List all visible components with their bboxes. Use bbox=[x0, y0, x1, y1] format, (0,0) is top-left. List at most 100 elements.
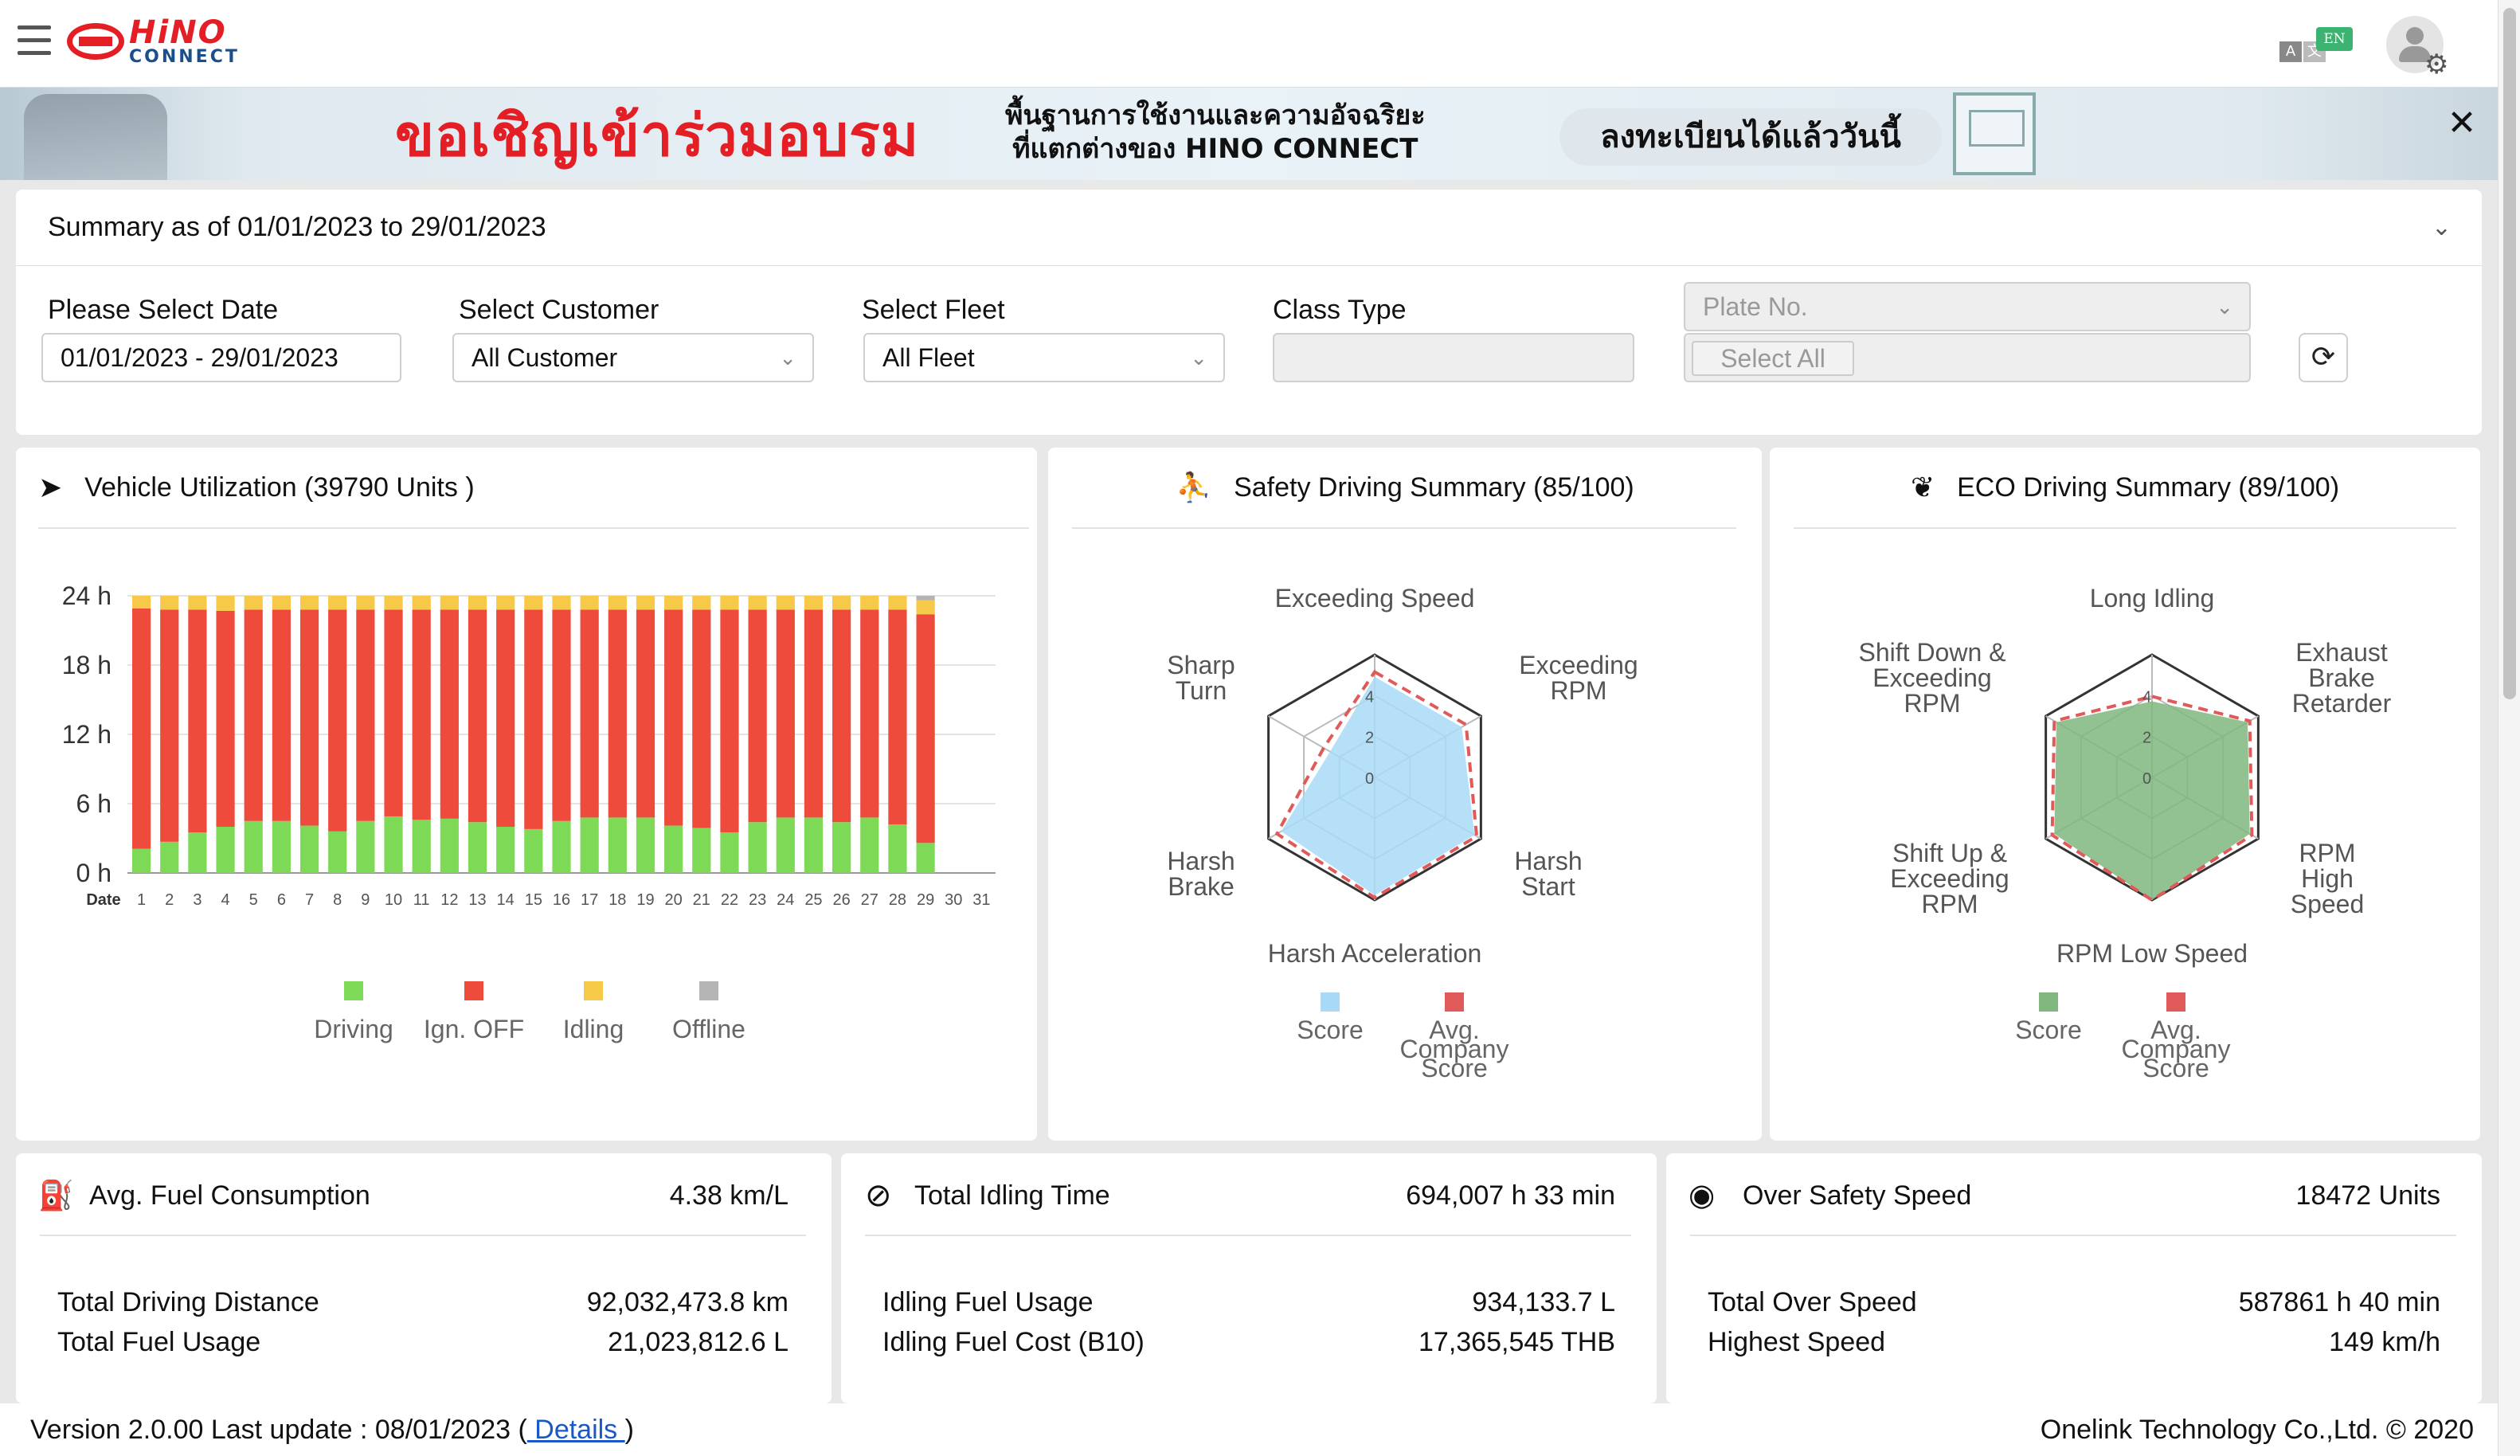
radar-axis-label: RPM bbox=[1904, 689, 1960, 718]
legend-swatch bbox=[699, 981, 718, 1000]
bar-segment-driving bbox=[328, 831, 347, 873]
bar-segment-driving bbox=[860, 817, 879, 873]
bar-segment-ign-off bbox=[440, 609, 459, 819]
radar-area-score bbox=[2054, 701, 2250, 900]
lang-badge: EN bbox=[2316, 27, 2353, 51]
gear-icon: ⚙ bbox=[2424, 49, 2449, 80]
radar-axis-label: Harsh bbox=[1167, 847, 1235, 875]
radar-axis-label: Exceeding bbox=[1872, 663, 1991, 692]
bar-segment-ign-off bbox=[804, 609, 824, 818]
radar-axis-label: Start bbox=[1521, 872, 1575, 901]
bar-segment-idling bbox=[860, 596, 879, 610]
idling-fuel-usage-label: Idling Fuel Usage bbox=[882, 1287, 1094, 1317]
bar-segment-ign-off bbox=[720, 609, 739, 833]
class-type-input[interactable] bbox=[1273, 333, 1634, 382]
page-scrollbar[interactable] bbox=[2498, 0, 2520, 1456]
logo-bottom-text: CONNECT bbox=[129, 47, 240, 67]
refresh-button[interactable]: ⟳ bbox=[2299, 333, 2348, 382]
select-all-button[interactable]: Select All bbox=[1692, 341, 1854, 376]
legend-item-driving[interactable]: Driving bbox=[298, 981, 409, 1044]
bar-segment-driving bbox=[916, 843, 935, 873]
banner-sub-line2: ที่แตกต่างของ HINO CONNECT bbox=[1012, 133, 1418, 165]
bar-segment-ign-off bbox=[328, 609, 347, 832]
bar-segment-idling bbox=[832, 596, 851, 610]
bar-segment-driving bbox=[776, 817, 795, 873]
hamburger-menu-icon[interactable] bbox=[18, 25, 51, 57]
bar-segment-idling bbox=[552, 596, 571, 610]
bar-segment-idling bbox=[608, 596, 627, 610]
legend-item-ign-off[interactable]: Ign. OFF bbox=[409, 981, 538, 1044]
eco-radar-chart: 024Long IdlingExhaustBrakeRetarderRPMHig… bbox=[1859, 584, 2392, 1082]
legend-label: Idling bbox=[562, 1015, 624, 1043]
bar-segment-driving bbox=[636, 817, 655, 873]
scrollbar-thumb[interactable] bbox=[2503, 8, 2516, 699]
bar-segment-idling bbox=[524, 596, 543, 610]
bar-segment-ign-off bbox=[188, 609, 207, 833]
top-navbar: HiNO CONNECT A 文 EN ⚙ bbox=[0, 0, 2520, 88]
chevron-down-icon: ⌄ bbox=[2216, 295, 2233, 319]
bar-segment-idling bbox=[412, 596, 431, 610]
overspeed-header: ◉ Over Safety Speed 18472 Units bbox=[1666, 1153, 2482, 1236]
chevron-down-icon[interactable]: ⌄ bbox=[2432, 213, 2452, 241]
bar-segment-driving bbox=[356, 820, 375, 873]
radar-tick-label: 2 bbox=[2142, 730, 2151, 747]
y-tick-label: 0 h bbox=[76, 859, 112, 887]
legend-swatch bbox=[584, 981, 603, 1000]
plate-no-select[interactable]: Plate No. ⌄ bbox=[1684, 282, 2251, 331]
idling-fuel-cost-value: 17,365,545 THB bbox=[1418, 1327, 1615, 1357]
bar-segment-idling bbox=[160, 596, 179, 610]
hino-connect-logo[interactable]: HiNO CONNECT bbox=[67, 17, 240, 67]
x-tick-label: 25 bbox=[804, 891, 822, 909]
x-tick-label: 31 bbox=[972, 891, 990, 909]
x-tick-label: 18 bbox=[608, 891, 626, 909]
user-settings-icon[interactable]: ⚙ bbox=[2386, 16, 2450, 80]
fleet-select[interactable]: All Fleet ⌄ bbox=[863, 333, 1225, 382]
idling-header: ⊘ Total Idling Time 694,007 h 33 min bbox=[841, 1153, 1657, 1236]
language-switch-icon[interactable]: A 文 EN bbox=[2279, 27, 2364, 72]
y-tick-label: 12 h bbox=[62, 720, 112, 749]
x-tick-label: 19 bbox=[636, 891, 654, 909]
training-banner[interactable]: ขอเชิญเข้าร่วมอบรม พื้นฐานการใช้งานและคว… bbox=[0, 88, 2498, 180]
bar-segment-ign-off bbox=[216, 610, 235, 827]
radar-axis-label: RPM bbox=[2299, 839, 2355, 867]
x-tick-label: 24 bbox=[777, 891, 794, 909]
x-tick-label: 15 bbox=[525, 891, 542, 909]
bar-segment-idling bbox=[299, 596, 319, 610]
legend-item-idling[interactable]: Idling bbox=[538, 981, 648, 1044]
bar-segment-ign-off bbox=[524, 609, 543, 829]
bar-segment-idling bbox=[916, 600, 935, 615]
bar-segment-driving bbox=[888, 824, 907, 873]
customer-select[interactable]: All Customer ⌄ bbox=[452, 333, 814, 382]
bar-segment-idling bbox=[804, 596, 824, 610]
y-tick-label: 18 h bbox=[62, 651, 112, 679]
banner-person-image bbox=[24, 94, 167, 180]
details-link[interactable]: Details bbox=[527, 1415, 625, 1445]
overspeed-value: 18472 Units bbox=[2295, 1180, 2440, 1211]
x-tick-label: 28 bbox=[889, 891, 906, 909]
radar-axis-label: Retarder bbox=[2292, 689, 2392, 718]
fuel-pump-icon: ⛽ bbox=[38, 1179, 74, 1211]
x-tick-label: 9 bbox=[361, 891, 370, 909]
bar-segment-ign-off bbox=[860, 609, 879, 818]
bar-segment-driving bbox=[244, 820, 263, 873]
x-tick-label: 20 bbox=[665, 891, 683, 909]
x-tick-label: 8 bbox=[333, 891, 342, 909]
bar-segment-ign-off bbox=[608, 609, 627, 818]
bar-segment-ign-off bbox=[776, 609, 795, 818]
x-axis-label: Date bbox=[86, 891, 120, 909]
x-tick-label: 7 bbox=[305, 891, 314, 909]
close-banner-icon[interactable]: ✕ bbox=[2444, 105, 2480, 142]
radar-axis-label: Exceeding bbox=[1890, 864, 2009, 893]
bar-segment-ign-off bbox=[748, 609, 767, 823]
radar-tick-label: 0 bbox=[2142, 770, 2151, 788]
radar-axis-label: Turn bbox=[1176, 676, 1227, 705]
x-tick-label: 30 bbox=[945, 891, 962, 909]
bar-segment-idling bbox=[328, 596, 347, 610]
summary-header[interactable]: Summary as of 01/01/2023 to 29/01/2023 ⌄ bbox=[16, 190, 2482, 266]
bar-segment-driving bbox=[608, 817, 627, 873]
overspeed-title: Over Safety Speed bbox=[1743, 1180, 1972, 1211]
highest-speed-value: 149 km/h bbox=[2329, 1327, 2440, 1357]
date-range-input[interactable]: 01/01/2023 - 29/01/2023 bbox=[41, 333, 401, 382]
legend-item-offline[interactable]: Offline bbox=[648, 981, 769, 1044]
bar-segment-offline bbox=[916, 596, 935, 601]
